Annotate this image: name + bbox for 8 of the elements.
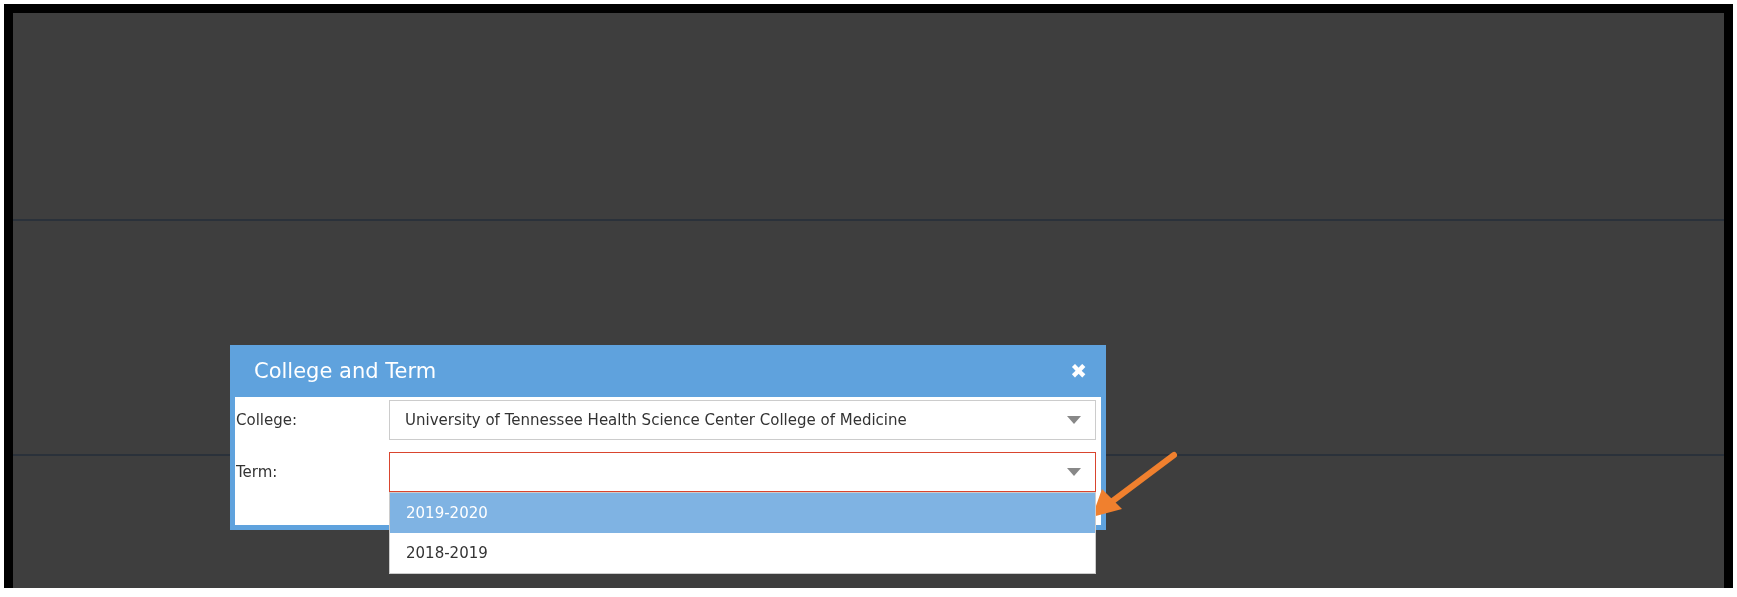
caret-icon xyxy=(1067,468,1081,476)
field-label: Term: xyxy=(236,462,279,481)
dropdown-option[interactable]: 2018-2019 xyxy=(390,533,1095,573)
dropdown-field[interactable]: University of Tennessee Health Science Center College of Medicine xyxy=(389,400,1096,440)
caret-icon xyxy=(1067,416,1081,424)
dialog-title: College and Term xyxy=(254,359,437,383)
dropdown-field[interactable] xyxy=(389,452,1096,492)
field-label: College: xyxy=(236,410,299,429)
